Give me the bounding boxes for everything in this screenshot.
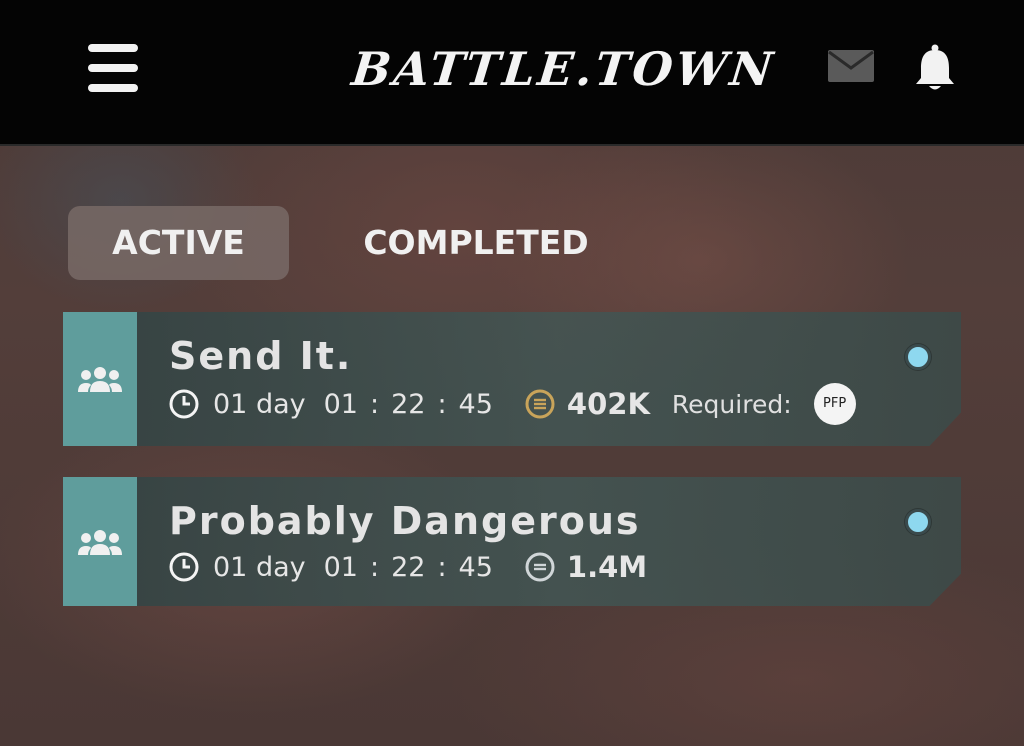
- timer-seconds: 45: [458, 551, 493, 583]
- status-dot: [905, 509, 931, 535]
- bell-icon[interactable]: [914, 44, 956, 92]
- status-dot: [905, 344, 931, 370]
- battle-card-probably-dangerous[interactable]: Probably Dangerous 01 day 01 : 22 : 45 1…: [63, 477, 961, 606]
- app-logo[interactable]: BATTLE.TOWN: [348, 34, 778, 104]
- timer-minutes: 22: [391, 551, 426, 583]
- required-label: Required:: [671, 389, 792, 419]
- timer-hours: 01: [323, 551, 358, 583]
- clock-icon: [169, 552, 199, 582]
- timer-days: 01 day: [213, 551, 306, 583]
- timer-separator: :: [369, 551, 380, 583]
- card-side-strip: [63, 477, 137, 606]
- top-navigation-bar: BATTLE.TOWN: [0, 0, 1024, 146]
- reward-amount: 1.4M: [566, 550, 648, 584]
- timer-hours: 01: [323, 388, 358, 420]
- card-side-strip: [63, 312, 137, 446]
- battle-meta: 01 day 01 : 22 : 45 1.4M: [169, 547, 647, 587]
- clock-icon: [169, 389, 199, 419]
- mail-icon[interactable]: [828, 50, 874, 82]
- coin-icon: [525, 552, 555, 582]
- timer-minutes: 22: [391, 388, 426, 420]
- hamburger-menu-icon[interactable]: [88, 44, 138, 92]
- timer-days: 01 day: [213, 388, 306, 420]
- battle-meta: 01 day 01 : 22 : 45 402K Required: PFP: [169, 383, 856, 425]
- required-pfp-badge: PFP: [813, 383, 856, 425]
- tab-completed[interactable]: COMPLETED: [340, 206, 612, 280]
- coin-icon: [525, 389, 555, 419]
- timer-seconds: 45: [458, 388, 493, 420]
- battle-card-send-it[interactable]: Send It. 01 day 01 : 22 : 45 402K Requir…: [63, 312, 961, 446]
- group-icon: [78, 367, 122, 392]
- group-icon: [78, 529, 122, 555]
- battle-title: Probably Dangerous: [169, 499, 641, 543]
- card-background: [63, 312, 961, 446]
- timer-separator: :: [369, 388, 380, 420]
- reward-amount: 402K: [566, 387, 650, 421]
- timer-separator: :: [437, 551, 447, 583]
- timer-separator: :: [437, 388, 447, 420]
- battle-title: Send It.: [169, 334, 353, 378]
- tab-active[interactable]: ACTIVE: [68, 206, 289, 280]
